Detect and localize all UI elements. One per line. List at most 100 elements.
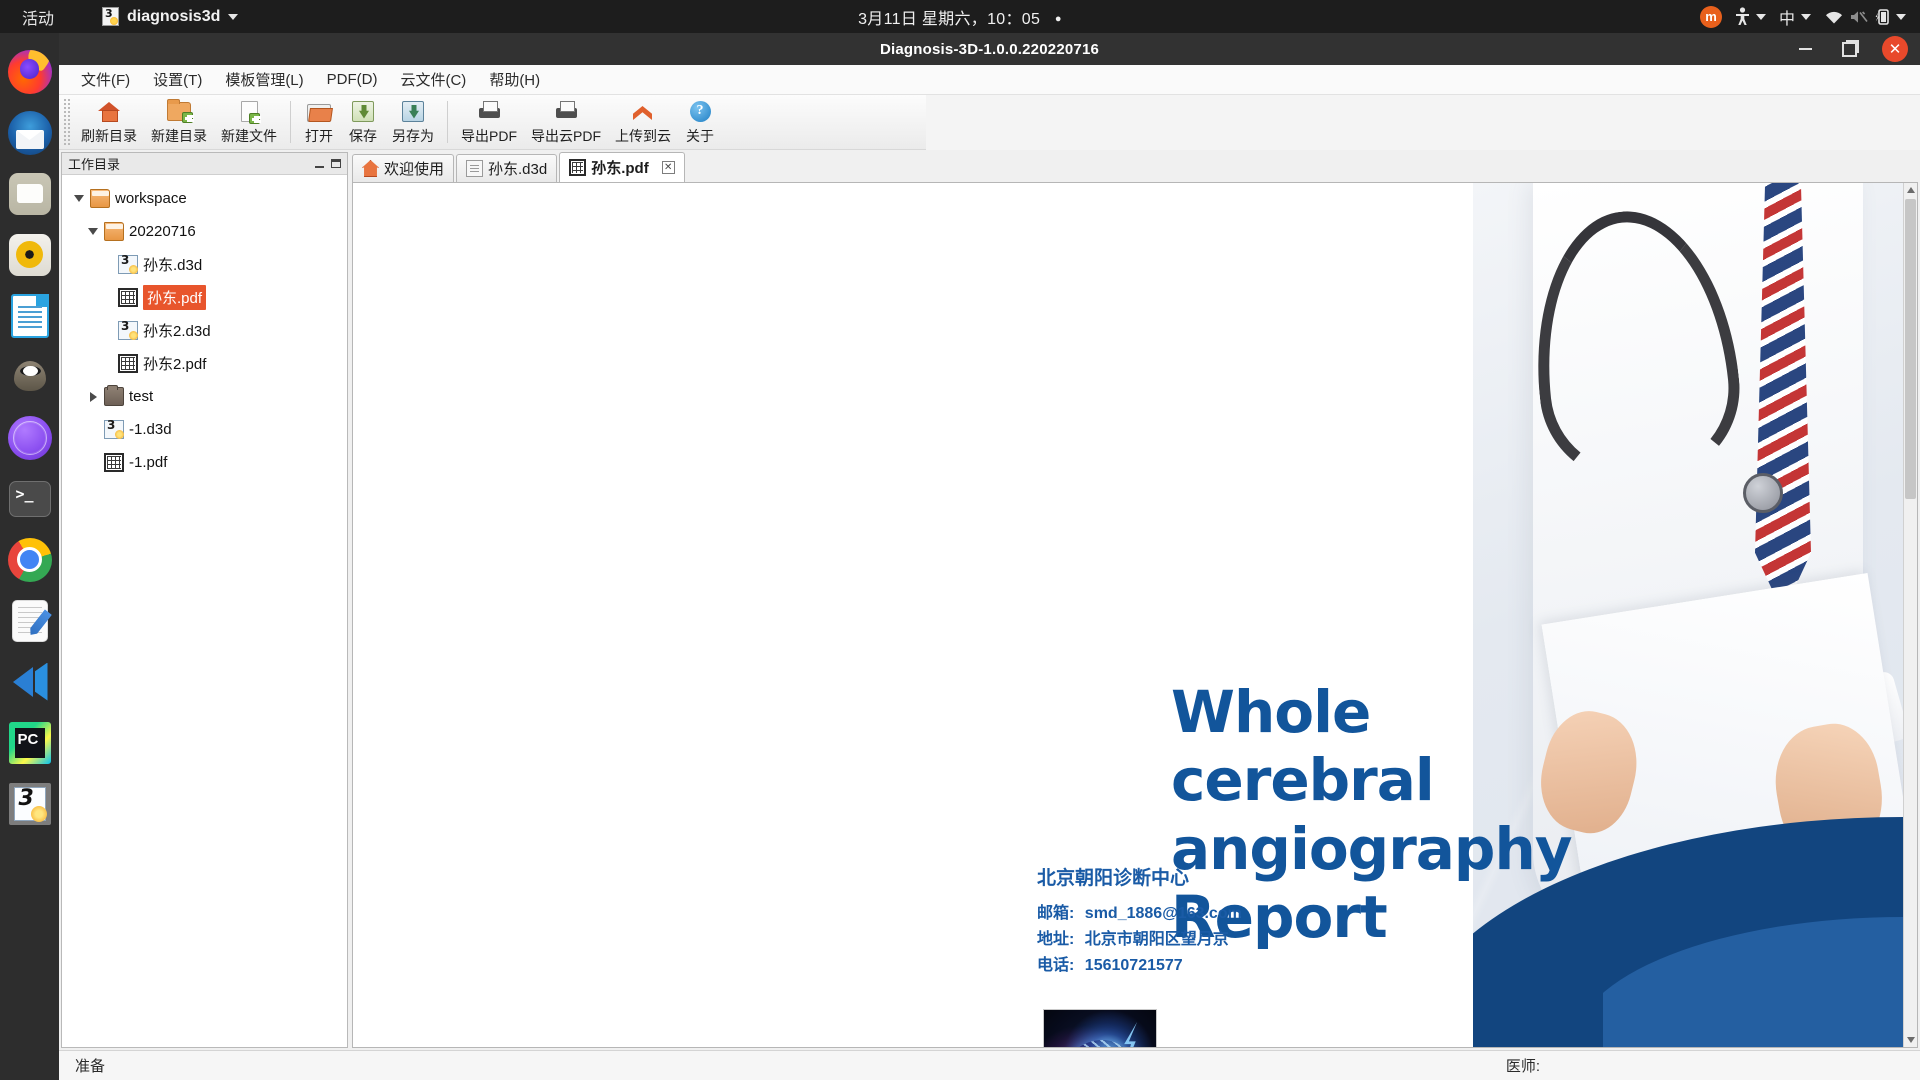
d3d-file-icon: [118, 253, 138, 274]
vertical-scrollbar[interactable]: [1903, 183, 1917, 1047]
twisty-right-icon[interactable]: [82, 391, 104, 402]
tab-sundong-pdf[interactable]: 孙东.pdf ✕: [559, 152, 685, 182]
email-value: smd_1886@163.com: [1084, 905, 1242, 922]
close-icon[interactable]: ✕: [661, 161, 675, 174]
new-file-button[interactable]: 新建文件: [214, 95, 284, 148]
tree-item-minus1-pdf[interactable]: -1.pdf: [62, 446, 347, 479]
d3d-file-icon: [466, 160, 484, 177]
dock-item-text-editor[interactable]: [7, 598, 52, 643]
tree-item-label: test: [129, 388, 154, 405]
home-icon: [362, 160, 379, 177]
notification-dot-icon: ●: [1054, 13, 1062, 26]
scroll-down-button[interactable]: [1904, 1033, 1917, 1047]
refresh-directory-button[interactable]: 刷新目录: [74, 95, 144, 148]
pdf-file-icon: [118, 354, 138, 373]
dock-item-gimp[interactable]: [7, 354, 52, 399]
dock-item-firefox[interactable]: [7, 49, 52, 94]
tab-welcome[interactable]: 欢迎使用: [352, 154, 455, 182]
save-button[interactable]: 保存: [341, 95, 385, 148]
pdf-file-icon: [104, 453, 124, 472]
tree-item-sundong2-d3d[interactable]: 孙东2.d3d: [62, 314, 347, 347]
pdf-file-icon: [569, 159, 587, 176]
twisty-down-icon[interactable]: [82, 228, 104, 235]
panel-title: 工作目录: [68, 157, 121, 172]
lightning-bolt-icon: [1124, 1022, 1138, 1047]
report-title-line1: Whole cerebral: [1171, 678, 1435, 815]
tree-item-workspace[interactable]: workspace: [62, 182, 347, 215]
chevron-down-icon: [1801, 13, 1811, 20]
files-icon: [8, 172, 51, 215]
toolbar-label: 关于: [686, 128, 714, 144]
toolbar-separator: [447, 101, 448, 143]
new-file-icon: [240, 99, 260, 124]
email-label: 邮箱:: [1037, 905, 1075, 922]
menu-pdf[interactable]: PDF(D): [317, 67, 388, 92]
vscode-icon: [9, 661, 51, 703]
clinic-contacts: 邮箱: smd_1886@163.com 地址: 北京市朝阳区望月京 电话: 1…: [1037, 901, 1242, 979]
tree-item-20220716[interactable]: 20220716: [62, 215, 347, 248]
dock-item-diagnosis3d[interactable]: [7, 781, 52, 826]
address-label: 地址:: [1037, 930, 1075, 948]
panel-float-icon[interactable]: [331, 159, 341, 168]
text-editor-icon: [11, 599, 48, 642]
system-status-menu[interactable]: [1824, 8, 1906, 26]
panel-minimize-icon[interactable]: [315, 159, 324, 168]
dock-item-vscode[interactable]: [7, 659, 52, 704]
dock-item-pycharm[interactable]: [7, 720, 52, 765]
toolbar-label: 导出云PDF: [531, 128, 601, 144]
pycharm-icon: [8, 721, 51, 764]
menu-cloud-files[interactable]: 云文件(C): [390, 65, 476, 94]
save-as-button[interactable]: 另存为: [385, 95, 441, 148]
tree-item-test[interactable]: test: [62, 380, 347, 413]
menu-help[interactable]: 帮助(H): [479, 65, 550, 94]
tree-item-label: 孙东.d3d: [143, 257, 203, 274]
dock-item-rhythmbox[interactable]: [7, 232, 52, 277]
twisty-down-icon[interactable]: [68, 195, 90, 202]
dock-item-thunderbird[interactable]: [7, 110, 52, 155]
network-icon: [7, 415, 52, 460]
dock-item-files[interactable]: [7, 171, 52, 216]
tab-label: 孙东.d3d: [488, 161, 548, 178]
dock-item-libreoffice-writer[interactable]: [7, 293, 52, 338]
minimize-button[interactable]: [1794, 38, 1816, 60]
tree-item-minus1-d3d[interactable]: -1.d3d: [62, 413, 347, 446]
open-button[interactable]: 打开: [297, 95, 341, 148]
close-button[interactable]: ✕: [1882, 36, 1908, 62]
dock-item-terminal[interactable]: [7, 476, 52, 521]
wifi-icon: [1826, 11, 1842, 23]
home-icon: [98, 99, 120, 123]
upload-to-cloud-button[interactable]: 上传到云: [608, 95, 678, 148]
tab-sundong-d3d[interactable]: 孙东.d3d: [456, 154, 558, 182]
tree-item-sundong-pdf[interactable]: 孙东.pdf: [62, 281, 347, 314]
export-pdf-button[interactable]: 导出PDF: [454, 95, 524, 148]
dock: [0, 33, 59, 1080]
tree-item-sundong-d3d[interactable]: 孙东.d3d: [62, 248, 347, 281]
new-directory-button[interactable]: 新建目录: [144, 95, 214, 148]
dock-item-chrome[interactable]: [7, 537, 52, 582]
scroll-up-button[interactable]: [1904, 183, 1917, 197]
accessibility-menu[interactable]: [1735, 7, 1766, 26]
mozilla-icon[interactable]: m: [1699, 5, 1722, 28]
menu-template-management[interactable]: 模板管理(L): [215, 65, 313, 94]
report-title-line2: angiography: [1171, 814, 1573, 883]
chrome-icon: [7, 537, 52, 582]
main-body: 工作目录 workspace 20220716 3 孙东.d3d 孙东.pdf …: [59, 150, 1920, 1050]
about-button[interactable]: ? 关于: [678, 95, 722, 148]
export-cloud-pdf-button[interactable]: 导出云PDF: [524, 95, 608, 148]
clock[interactable]: 3月11日 星期六，10：05 ●: [0, 5, 1920, 29]
menu-settings[interactable]: 设置(T): [143, 65, 212, 94]
scrollbar-thumb[interactable]: [1905, 199, 1916, 499]
menu-file[interactable]: 文件(F): [71, 65, 140, 94]
pdf-viewer: Whole cerebral angiography Report 北京朝阳诊断…: [352, 183, 1918, 1048]
clinic-name: 北京朝阳诊断中心: [1037, 868, 1190, 889]
tree-item-sundong2-pdf[interactable]: 孙东2.pdf: [62, 347, 347, 380]
help-icon: ?: [689, 99, 711, 123]
terminal-icon: [8, 480, 51, 517]
input-method-menu[interactable]: 中: [1779, 5, 1811, 29]
status-bar: 准备 医师:: [59, 1050, 1920, 1080]
contact-phone-row: 电话: 15610721577: [1037, 953, 1242, 979]
toolbar-drag-handle[interactable]: [63, 98, 72, 146]
maximize-button[interactable]: [1838, 38, 1860, 60]
work-directory-panel: 工作目录 workspace 20220716 3 孙东.d3d 孙东.pdf …: [61, 152, 348, 1048]
dock-item-network[interactable]: [7, 415, 52, 460]
